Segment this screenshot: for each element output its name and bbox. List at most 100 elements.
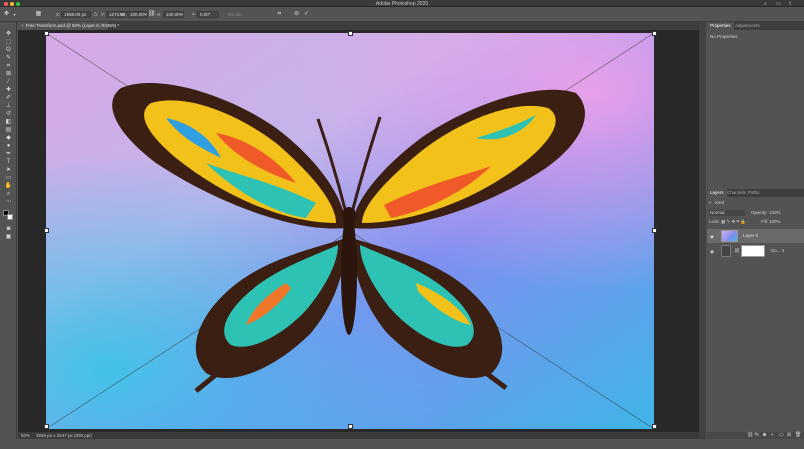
layer-row[interactable]: ◉ Layer 0 bbox=[707, 229, 804, 243]
collapsed-panel-dock bbox=[699, 22, 706, 439]
blend-row: Normal Opacity: 100% bbox=[709, 210, 802, 217]
reference-point-icon[interactable]: ▦ bbox=[35, 11, 42, 18]
crop-tool-icon[interactable]: ⌗ bbox=[4, 63, 13, 70]
add-mask-icon[interactable]: ◙ bbox=[763, 432, 766, 439]
checkmark-icon[interactable]: ✓ bbox=[303, 11, 310, 18]
tab-adjustments[interactable]: Adjustments bbox=[732, 22, 763, 30]
pen-tool-icon[interactable]: ✒ bbox=[4, 151, 13, 158]
canvas-area[interactable] bbox=[18, 30, 699, 432]
properties-panel-tabs: Properties Adjustments bbox=[707, 22, 804, 30]
angle-field[interactable]: 0.00° bbox=[197, 11, 219, 18]
share-icon[interactable]: ⇪ bbox=[788, 1, 792, 7]
more-tools-icon[interactable]: ⋯ bbox=[4, 199, 13, 206]
visibility-eye-icon[interactable]: ◉ bbox=[710, 234, 714, 240]
healing-brush-tool-icon[interactable]: ✚ bbox=[4, 87, 13, 94]
visibility-eye-icon[interactable]: ◉ bbox=[710, 249, 714, 255]
history-brush-tool-icon[interactable]: ↺ bbox=[4, 111, 13, 118]
x-label: X: bbox=[56, 12, 61, 17]
height-field[interactable]: 100.00% bbox=[163, 11, 184, 18]
y-label: Y: bbox=[101, 12, 106, 17]
tab-properties[interactable]: Properties bbox=[707, 22, 734, 30]
adjustment-layer-icon bbox=[721, 245, 731, 257]
layer-name[interactable]: Layer 0 bbox=[743, 233, 758, 238]
tab-paths[interactable]: Paths bbox=[745, 189, 763, 197]
interpolation-select[interactable]: Bicubic bbox=[228, 12, 243, 17]
new-group-icon[interactable]: ▭ bbox=[779, 432, 784, 439]
new-layer-icon[interactable]: ⊞ bbox=[787, 432, 791, 439]
trash-icon[interactable]: 🗑 bbox=[795, 432, 801, 439]
link-layers-icon[interactable]: ⛓ bbox=[747, 432, 753, 439]
screen-mode-icon[interactable]: ▣ bbox=[4, 234, 13, 241]
blend-mode-select[interactable]: Normal bbox=[709, 210, 745, 216]
transform-handle-bottom-left[interactable] bbox=[44, 424, 49, 429]
document-info[interactable]: 3936 px x 2547 px (300 ppi) bbox=[36, 432, 92, 439]
link-xy-icon[interactable]: △ bbox=[92, 11, 99, 18]
layer-row[interactable]: ◉ ⛓ Co... 1 bbox=[707, 244, 804, 258]
clone-stamp-tool-icon[interactable]: ⊥ bbox=[4, 103, 13, 110]
transform-handle-bottom-right[interactable] bbox=[652, 424, 657, 429]
rectangle-tool-icon[interactable]: ▭ bbox=[4, 175, 13, 182]
document-tab-label: Free Transform.psd @ 50% (Layer 0, RGB/8… bbox=[25, 23, 120, 28]
frame-tool-icon[interactable]: ⊠ bbox=[4, 71, 13, 78]
lock-icons[interactable]: ▦ ✎ ✥ ⌗ 🔒 bbox=[721, 219, 746, 225]
brush-tool-icon[interactable]: ✐ bbox=[4, 95, 13, 102]
opacity-value[interactable]: 100% bbox=[769, 210, 781, 215]
tools-panel: ✥ ⬚ ʘ ✎ ⌗ ⊠ ⁄ ✚ ✐ ⊥ ↺ ◧ ▤ ◆ ● ✒ T ➤ ▭ ✋ … bbox=[0, 22, 17, 439]
transform-handle-top-center[interactable] bbox=[348, 31, 353, 36]
eyedropper-tool-icon[interactable]: ⁄ bbox=[4, 79, 13, 86]
width-field[interactable]: 100.00% bbox=[127, 11, 148, 18]
document-tab-bar: × Free Transform.psd @ 50% (Layer 0, RGB/… bbox=[18, 22, 699, 30]
no-properties-text: No Properties bbox=[710, 34, 738, 39]
close-tab-icon[interactable]: × bbox=[21, 23, 24, 28]
layer-thumbnail bbox=[721, 230, 738, 242]
workspace-icon[interactable]: ▭ bbox=[776, 1, 781, 7]
transform-handle-top-left[interactable] bbox=[44, 31, 49, 36]
dodge-tool-icon[interactable]: ● bbox=[4, 143, 13, 150]
lock-row: Lock: ▦ ✎ ✥ ⌗ 🔒 Fill: 100% bbox=[709, 219, 802, 226]
app-title: Adobe Photoshop 2020 bbox=[375, 0, 429, 7]
layer-filter-row: ⌕ Kind bbox=[709, 200, 802, 207]
transform-handle-middle-left[interactable] bbox=[44, 228, 49, 233]
filter-icon[interactable]: ⌕ bbox=[709, 200, 712, 205]
width-label: W: bbox=[120, 12, 126, 17]
search-icon[interactable]: ⌕ bbox=[764, 1, 767, 7]
link-icon[interactable]: ⛓ bbox=[148, 11, 156, 18]
gradient-tool-icon[interactable]: ▤ bbox=[4, 127, 13, 134]
quick-select-tool-icon[interactable]: ✎ bbox=[4, 55, 13, 62]
transform-handle-top-right[interactable] bbox=[652, 31, 657, 36]
transform-handle-middle-right[interactable] bbox=[652, 228, 657, 233]
dropdown-chevron-icon[interactable]: ▾ bbox=[11, 11, 18, 18]
document-tab[interactable]: × Free Transform.psd @ 50% (Layer 0, RGB/… bbox=[18, 22, 119, 30]
options-bar: ✥ ▾ ▦ X: 1968.00 px △ Y: 1273.50 px W: W… bbox=[0, 7, 804, 22]
fill-label: Fill: bbox=[761, 219, 768, 224]
adjustment-icon[interactable]: ◐ bbox=[771, 432, 774, 439]
background-color-swatch[interactable] bbox=[7, 214, 13, 220]
warp-icon[interactable]: ⌗ bbox=[276, 11, 283, 18]
zoom-level[interactable]: 50% bbox=[21, 432, 30, 439]
hand-tool-icon[interactable]: ✋ bbox=[4, 183, 13, 190]
type-tool-icon[interactable]: T bbox=[4, 159, 13, 166]
path-select-tool-icon[interactable]: ➤ bbox=[4, 167, 13, 174]
marquee-tool-icon[interactable]: ⬚ bbox=[4, 39, 13, 46]
fill-value[interactable]: 100% bbox=[769, 219, 781, 224]
fx-icon[interactable]: fx bbox=[755, 432, 759, 439]
eraser-tool-icon[interactable]: ◧ bbox=[4, 119, 13, 126]
quick-mask-icon[interactable]: ◙ bbox=[4, 226, 13, 233]
angle-value: 0.00 bbox=[200, 12, 209, 17]
lasso-tool-icon[interactable]: ʘ bbox=[4, 47, 13, 54]
layer-mask-thumbnail bbox=[741, 245, 765, 257]
butterfly-painting[interactable] bbox=[46, 33, 654, 429]
transform-handle-bottom-center[interactable] bbox=[348, 424, 353, 429]
status-bar: 50% 3936 px x 2547 px (300 ppi) bbox=[18, 432, 699, 439]
blur-tool-icon[interactable]: ◆ bbox=[4, 135, 13, 142]
cancel-icon[interactable]: ⊘ bbox=[293, 11, 300, 18]
move-tool-icon[interactable]: ✥ bbox=[3, 11, 10, 18]
zoom-tool-icon[interactable]: ⌕ bbox=[4, 191, 13, 198]
title-bar: Adobe Photoshop 2020 ⌕ ▭ ⇪ bbox=[0, 0, 804, 7]
x-position-field[interactable]: 1968.00 px bbox=[61, 11, 91, 18]
opacity-label: Opacity: bbox=[751, 210, 768, 215]
move-tool-icon[interactable]: ✥ bbox=[4, 31, 13, 38]
layers-panel-footer: ⛓ fx ◙ ◐ ▭ ⊞ 🗑 bbox=[707, 432, 804, 439]
layer-name[interactable]: Co... 1 bbox=[771, 248, 784, 253]
kind-filter-select[interactable]: Kind bbox=[715, 200, 724, 205]
